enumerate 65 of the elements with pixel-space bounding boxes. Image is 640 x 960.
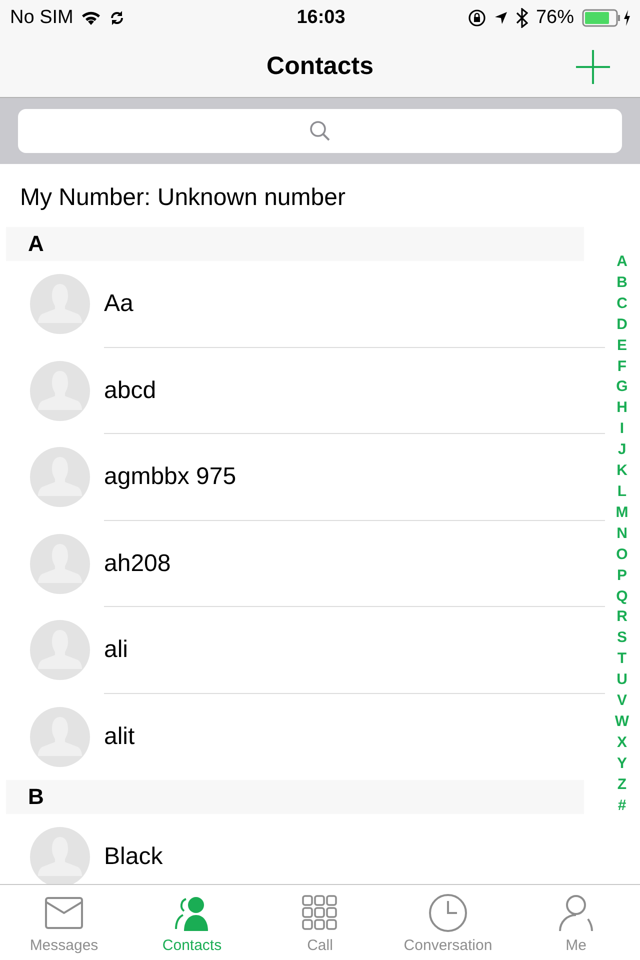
wifi-icon [81, 10, 102, 26]
my-number-text: My Number: Unknown number [20, 184, 346, 211]
contact-name: abcd [104, 376, 156, 405]
battery-percent: 76% [536, 7, 574, 29]
screen-title: Contacts [266, 52, 374, 81]
index-letter[interactable]: L [617, 482, 627, 503]
battery-charging-icon [582, 8, 632, 28]
index-letter[interactable]: # [618, 796, 626, 816]
tab-item[interactable]: Conversation [384, 885, 512, 960]
contact-name: agmbbx 975 [104, 463, 236, 492]
index-letter[interactable]: J [618, 440, 626, 462]
person-icon [556, 893, 596, 933]
index-letter[interactable]: V [616, 691, 627, 712]
section-header: B [6, 780, 584, 814]
clock-time: 16:03 [296, 7, 346, 29]
avatar-icon [30, 274, 90, 334]
tab-item[interactable]: Me [512, 885, 640, 960]
index-letter[interactable]: B [616, 272, 628, 294]
index-letter[interactable]: R [616, 607, 628, 628]
index-letter[interactable]: M [616, 502, 628, 524]
search-field[interactable] [18, 109, 622, 153]
index-letter[interactable]: C [616, 294, 628, 315]
sync-icon [109, 10, 126, 26]
index-letter[interactable]: N [616, 524, 628, 545]
rotation-lock-icon [468, 9, 486, 27]
index-letter[interactable]: T [617, 649, 627, 670]
index-letter[interactable]: P [616, 566, 627, 586]
tab-item[interactable]: Messages [0, 885, 128, 960]
section-header: A [6, 227, 584, 261]
index-letter[interactable]: U [616, 670, 628, 692]
index-letter[interactable]: O [616, 544, 628, 566]
search-icon [309, 120, 331, 142]
contact-name: alit [104, 722, 135, 751]
contact-name: ah208 [104, 550, 171, 578]
avatar-icon [30, 706, 90, 767]
tab-item[interactable]: Call [256, 885, 384, 960]
avatar-icon [30, 827, 90, 884]
index-letter[interactable]: Y [616, 754, 627, 775]
index-letter[interactable]: H [616, 398, 628, 420]
index-letter[interactable]: I [620, 419, 624, 440]
avatar-icon [30, 534, 90, 594]
contact-name: Black [104, 843, 163, 872]
carrier-text: No SIM [10, 7, 74, 29]
contact-name: ali [104, 636, 128, 664]
location-icon [494, 11, 508, 25]
clock-icon [428, 893, 468, 933]
contact-name: Aa [104, 290, 134, 318]
avatar-icon [30, 620, 90, 680]
index-letter[interactable]: E [616, 336, 627, 357]
index-letter[interactable]: Z [617, 774, 627, 796]
index-letter[interactable]: K [616, 461, 628, 482]
bluetooth-icon [516, 8, 528, 28]
add-icon[interactable] [574, 48, 612, 86]
keypad-icon [300, 893, 340, 933]
index-letter[interactable]: G [616, 377, 628, 398]
index-letter[interactable]: S [616, 628, 627, 650]
index-letter[interactable]: W [614, 712, 630, 733]
index-letter[interactable]: Q [616, 586, 628, 608]
avatar-icon [30, 447, 90, 508]
avatar-icon [30, 360, 90, 421]
index-letter[interactable]: F [617, 356, 627, 378]
tab-item[interactable]: Contacts [128, 885, 256, 960]
index-letter[interactable]: A [616, 252, 628, 273]
index-letter[interactable]: X [616, 732, 627, 754]
index-letter[interactable]: D [616, 314, 628, 336]
